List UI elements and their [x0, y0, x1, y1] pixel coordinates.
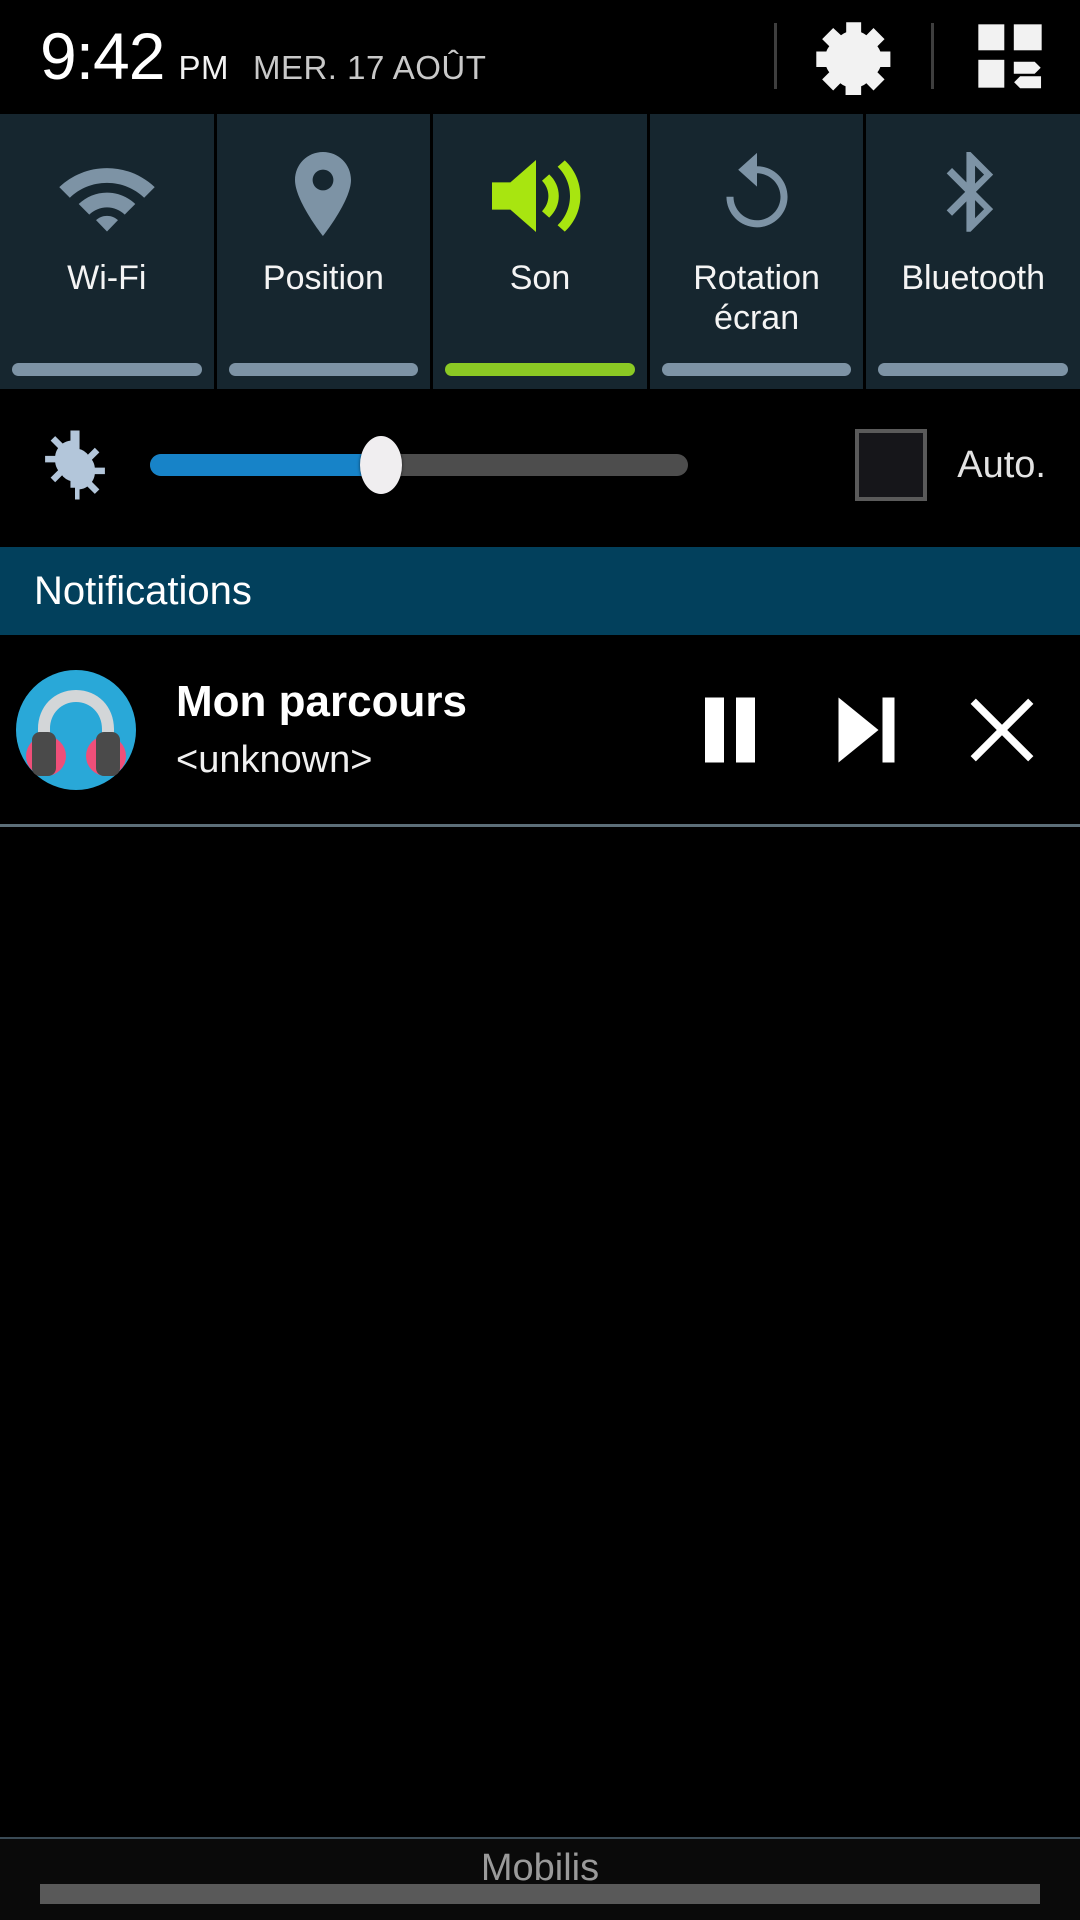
shade-drag-handle[interactable] — [40, 1884, 1040, 1904]
tile-indicator — [878, 363, 1068, 376]
clock-date: MER. 17 AOÛT — [252, 49, 487, 86]
brightness-icon — [0, 426, 150, 504]
notifications-header: Notifications — [0, 547, 1080, 635]
quick-settings-edit-button[interactable] — [972, 18, 1048, 94]
tile-indicator — [228, 363, 419, 376]
notification-actions — [680, 680, 1080, 780]
notification-item-media[interactable]: Mon parcours <unknown> — [0, 635, 1080, 825]
headphones-music-icon — [12, 666, 140, 794]
brightness-row: Auto. — [0, 389, 1080, 541]
quick-tile-position[interactable]: Position — [216, 114, 431, 389]
auto-brightness-toggle[interactable]: Auto. — [855, 429, 1080, 501]
notification-text: Mon parcours <unknown> — [176, 674, 467, 786]
bluetooth-icon — [936, 148, 1010, 244]
quick-tile-bluetooth[interactable]: Bluetooth — [866, 114, 1080, 389]
close-notification-button[interactable] — [952, 680, 1052, 780]
brightness-slider[interactable] — [150, 435, 688, 495]
status-bar: 9:42 PM MER. 17 AOÛT — [0, 0, 1080, 112]
settings-button[interactable] — [815, 17, 893, 95]
divider — [931, 23, 934, 89]
pause-button[interactable] — [680, 680, 780, 780]
quick-tile-label: Son — [509, 259, 571, 297]
notification-list-empty-area — [0, 827, 1080, 1837]
status-bar-actions — [736, 0, 1080, 112]
quick-tile-label: Wi-Fi — [67, 259, 147, 297]
slider-fill — [150, 454, 382, 476]
quick-tile-son[interactable]: Son — [433, 114, 647, 389]
tile-indicator — [12, 363, 202, 376]
slider-thumb[interactable] — [360, 436, 403, 494]
location-pin-icon — [285, 148, 361, 244]
quick-tile-rotation[interactable]: Rotation écran — [649, 114, 864, 389]
next-track-button[interactable] — [816, 680, 916, 780]
quick-tile-wifi[interactable]: Wi-Fi — [0, 114, 214, 389]
clock: 9:42 PM MER. 17 AOÛT — [0, 23, 486, 89]
quick-tile-label: Bluetooth — [901, 259, 1045, 297]
notifications-title: Notifications — [34, 568, 252, 613]
notification-title: Mon parcours — [176, 677, 467, 726]
quick-tile-label: Rotation écran — [693, 259, 820, 337]
clock-ampm: PM — [178, 49, 229, 86]
sound-volume-icon — [488, 148, 592, 244]
screen-rotation-icon — [710, 148, 804, 244]
notification-subtitle: <unknown> — [176, 739, 373, 781]
auto-brightness-checkbox[interactable] — [855, 429, 928, 501]
auto-brightness-label: Auto. — [957, 443, 1046, 486]
tile-indicator — [661, 363, 852, 376]
shade-footer: Mobilis — [0, 1837, 1080, 1920]
clock-time: 9:42 — [40, 19, 165, 93]
quick-tile-label: Position — [262, 259, 384, 297]
quick-settings-tiles: Wi-Fi Position Son Rotation écran Blueto… — [0, 114, 1080, 389]
wifi-icon — [56, 148, 158, 244]
divider — [774, 23, 777, 89]
tile-indicator — [445, 363, 635, 376]
notification-shade: 9:42 PM MER. 17 AOÛT Wi-Fi Position Son … — [0, 0, 1080, 1920]
